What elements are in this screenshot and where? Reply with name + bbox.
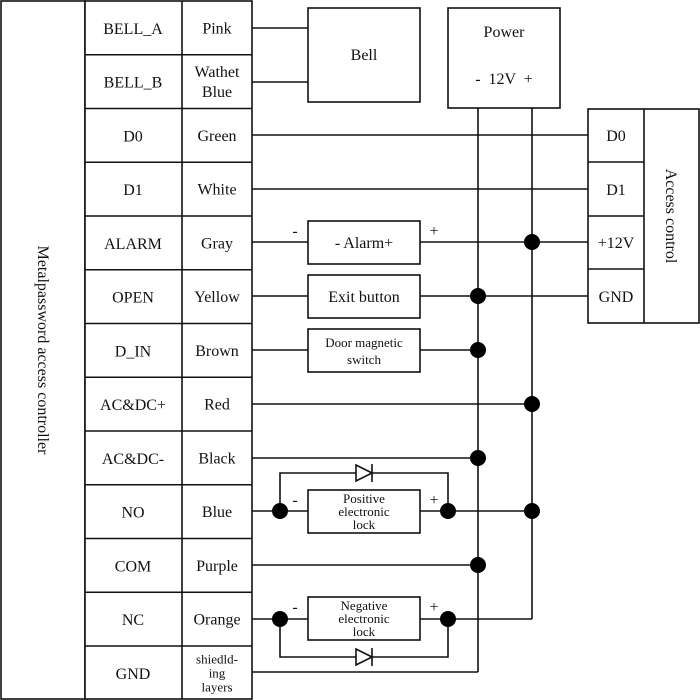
positive-lock-minus: - xyxy=(292,492,297,509)
terminal-name: OPEN xyxy=(112,290,154,307)
exit-button-label: Exit button xyxy=(328,289,400,306)
bell-label: Bell xyxy=(351,47,378,64)
power-box xyxy=(447,7,561,109)
access-pin-12v: +12V xyxy=(598,235,635,252)
positive-lock-plus: + xyxy=(429,492,438,509)
wire-color: Pink xyxy=(202,20,231,37)
terminal-name: NC xyxy=(122,612,144,629)
power-label: Power xyxy=(484,24,526,41)
negative-lock-plus: + xyxy=(429,599,438,616)
wire-color: ing xyxy=(209,665,226,680)
terminal-name: D0 xyxy=(123,128,143,145)
door-switch-label: Door magnetic xyxy=(325,335,403,350)
access-pin-d0: D0 xyxy=(606,128,626,145)
terminal-table: BELL_A Pink BELL_B Wathet Blue D0 Green D1 White… xyxy=(84,0,253,700)
terminal-name: BELL_B xyxy=(104,75,163,92)
terminal-name: D1 xyxy=(123,182,143,199)
controller-label: Metalpassword access controller xyxy=(34,246,51,455)
diode-negative-lock xyxy=(355,647,374,667)
wire-color: Brown xyxy=(195,343,239,360)
terminal-name: ALARM xyxy=(104,236,162,253)
access-pin-gnd: GND xyxy=(599,289,634,306)
wire-color: Blue xyxy=(202,84,232,101)
wire-color: Gray xyxy=(201,235,233,252)
wire-color: Yellow xyxy=(194,289,240,306)
wire-color: shiedld- xyxy=(196,651,238,666)
wiring-diagram: Metalpassword access controller BELL_A Pi… xyxy=(0,0,700,700)
terminal-name: COM xyxy=(115,558,151,575)
wire-color: Red xyxy=(204,397,230,414)
wire-color: Purple xyxy=(196,558,238,575)
wire-color: layers xyxy=(201,679,232,694)
negative-lock-minus: - xyxy=(292,599,297,616)
alarm-plus: + xyxy=(429,223,438,240)
alarm-minus: - xyxy=(292,223,297,240)
wire-color: Green xyxy=(197,128,236,145)
power-voltage: - 12V + xyxy=(475,71,533,88)
wire-color: Wathet xyxy=(195,64,240,81)
wire-color: Black xyxy=(198,450,235,467)
terminal-name: GND xyxy=(116,666,151,683)
terminal-name: NO xyxy=(121,505,144,522)
positive-lock-label: lock xyxy=(353,517,376,532)
terminal-name: D_IN xyxy=(115,343,152,360)
alarm-label: - Alarm+ xyxy=(335,235,393,252)
terminal-name: BELL_A xyxy=(103,21,163,38)
wire-color: Blue xyxy=(202,504,232,521)
access-pin-d1: D1 xyxy=(606,182,626,199)
diode-positive-lock xyxy=(355,463,374,483)
negative-lock-label: lock xyxy=(353,624,376,639)
access-control-label: Access control xyxy=(662,169,679,264)
wire-color: Orange xyxy=(193,612,240,629)
terminal-name: AC&DC- xyxy=(102,451,164,468)
wire-color: White xyxy=(197,182,236,199)
terminal-name: AC&DC+ xyxy=(100,397,166,414)
door-switch-label: switch xyxy=(347,352,381,367)
